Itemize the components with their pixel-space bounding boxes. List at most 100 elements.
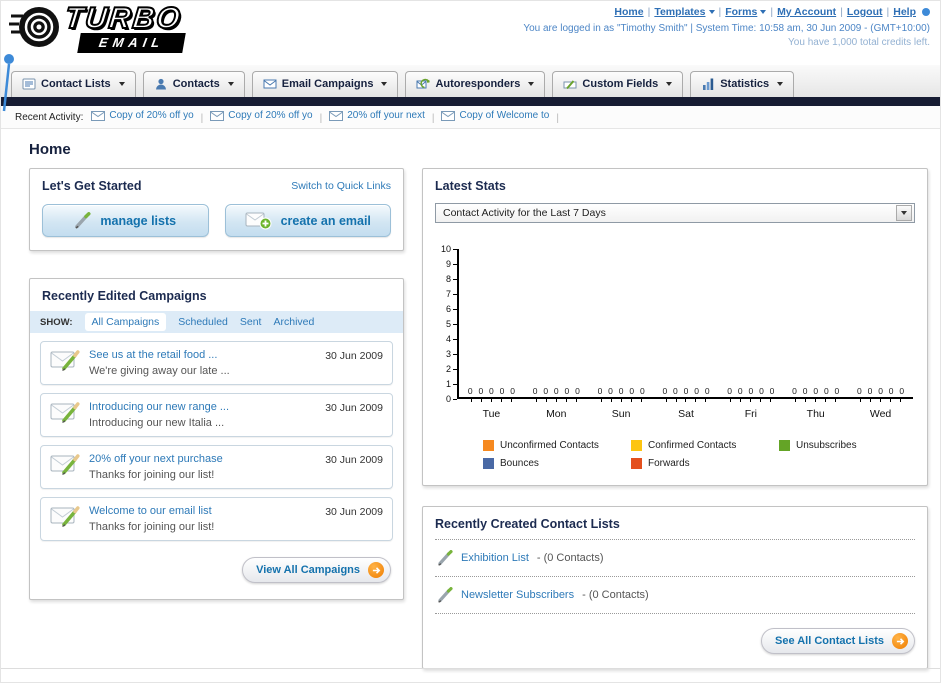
bar-value-label: 0 — [792, 385, 797, 396]
top-nav-my-account[interactable]: My Account — [777, 6, 836, 18]
autoresponders-icon — [416, 77, 431, 91]
filter-scheduled[interactable]: Scheduled — [178, 316, 228, 328]
tab-label: Autoresponders — [435, 78, 521, 90]
create-email-button[interactable]: create an email — [224, 204, 391, 237]
header-right: Home | Templates | Forms | My Account | Logout | H… — [523, 6, 930, 48]
pencil-icon — [437, 587, 453, 603]
x-axis-label: Thu — [806, 408, 825, 420]
legend-label: Unconfirmed Contacts — [500, 440, 599, 451]
chart-plot-area: 00000000000000000000000000000000000 — [457, 249, 913, 399]
x-axis-label: Sun — [611, 408, 631, 420]
campaign-date: 30 Jun 2009 — [325, 402, 383, 414]
credits-info: You have 1,000 total credits left. — [788, 37, 930, 48]
tab-label: Contact Lists — [41, 78, 111, 90]
contacts-icon — [154, 77, 168, 91]
recent-activity-link: 20% off your next — [347, 110, 425, 122]
login-info: You are logged in as "Timothy Smith" | S… — [523, 23, 930, 34]
filter-all-campaigns[interactable]: All Campaigns — [84, 313, 167, 331]
chart-bar-group: 00000 — [459, 249, 524, 397]
arrow-right-icon — [368, 562, 384, 578]
legend-label: Unsubscribes — [796, 440, 857, 451]
recent-activity-item[interactable]: Copy of 20% off yo — [91, 110, 194, 122]
legend-swatch — [631, 458, 642, 469]
campaigns-title: Recently Edited Campaigns — [42, 289, 207, 303]
switch-quick-links-link[interactable]: Switch to Quick Links — [291, 180, 391, 192]
campaign-date: 30 Jun 2009 — [325, 350, 383, 362]
contact-list-count: - (0 Contacts) — [536, 552, 604, 564]
top-nav-templates[interactable]: Templates — [654, 6, 715, 18]
manage-lists-button[interactable]: manage lists — [42, 204, 209, 237]
recent-activity-link: Copy of 20% off yo — [109, 110, 194, 122]
contact-lists-icon — [22, 77, 36, 91]
top-nav: Home | Templates | Forms | My Account | Logout | H… — [523, 6, 930, 18]
tab-autoresponders[interactable]: Autoresponders — [405, 71, 546, 97]
y-axis-label: 2 — [445, 364, 451, 374]
chart-bar-group: 00000 — [718, 249, 783, 397]
custom-fields-icon — [563, 77, 577, 91]
contact-list-link[interactable]: Exhibition List — [461, 552, 529, 564]
view-all-campaigns-button[interactable]: View All Campaigns — [242, 557, 391, 583]
bar-value-label: 0 — [618, 385, 624, 396]
recent-activity-item[interactable]: 20% off your next — [329, 110, 425, 121]
x-axis-label: Sat — [678, 408, 694, 420]
tab-custom-fields[interactable]: Custom Fields — [552, 71, 684, 97]
tab-contact-lists[interactable]: Contact Lists — [11, 71, 136, 97]
recent-activity-item[interactable]: Copy of 20% off yo — [210, 110, 313, 121]
envelope-icon — [91, 110, 106, 121]
y-axis-label: 6 — [445, 304, 451, 314]
recent-campaigns-panel: Recently Edited Campaigns SHOW: All Camp… — [29, 278, 404, 600]
chevron-down-icon — [896, 205, 912, 221]
tab-contacts[interactable]: Contacts — [142, 71, 245, 97]
filter-archived[interactable]: Archived — [273, 316, 314, 328]
envelope-plus-icon — [245, 211, 272, 230]
filter-sent[interactable]: Sent — [240, 316, 262, 328]
contact-lists-title: Recently Created Contact Lists — [435, 517, 620, 531]
tab-email-campaigns[interactable]: Email Campaigns — [251, 71, 399, 97]
header: TURBO EMAIL Home | Templates | Forms | My Acco… — [1, 1, 940, 112]
tab-statistics[interactable]: Statistics — [690, 71, 795, 97]
campaign-filters: All Campaigns Scheduled Sent Archived — [84, 313, 327, 331]
top-nav-help[interactable]: Help — [893, 6, 916, 18]
chart-y-axis: 0 1 2 3 4 5 6 7 8 9 10 — [435, 245, 457, 404]
top-nav-logout[interactable]: Logout — [847, 6, 883, 18]
page-title: Home — [29, 141, 71, 158]
chart-bar-group: 00000 — [848, 249, 913, 397]
legend-label: Forwards — [648, 458, 690, 469]
chart-bar-group: 00000 — [524, 249, 589, 397]
top-nav-forms[interactable]: Forms — [725, 6, 767, 18]
pencil-icon — [74, 212, 91, 229]
campaign-item: Introducing our new range ... Introducing… — [40, 393, 393, 437]
bar-value-label: 0 — [478, 385, 484, 396]
recent-activity-item[interactable]: Copy of Welcome to — [441, 110, 549, 121]
chevron-down-icon — [708, 10, 715, 15]
recent-activity-label: Recent Activity: — [15, 111, 84, 123]
campaign-title-link[interactable]: Introducing our new range ... — [89, 401, 316, 413]
bar-value-label: 0 — [867, 385, 873, 396]
bar-value-label: 0 — [823, 385, 829, 396]
stats-period-select[interactable]: Contact Activity for the Last 7 Days — [435, 203, 915, 223]
bar-value-label: 0 — [499, 385, 505, 396]
logo-email-text: EMAIL — [77, 33, 187, 53]
chart-legend: Unconfirmed Contacts Confirmed Contacts Un… — [483, 440, 927, 469]
bar-value-label: 0 — [553, 385, 559, 396]
top-nav-home[interactable]: Home — [614, 6, 643, 18]
campaign-title-link[interactable]: See us at the retail food ... — [89, 349, 316, 361]
logo-text: TURBO EMAIL — [62, 1, 187, 53]
x-axis-label: Wed — [869, 408, 892, 420]
bar-value-label: 0 — [813, 385, 819, 396]
logo-turbo-text: TURBO — [62, 1, 184, 36]
chart-x-labels: Tue Mon Sun Sat Fri Thu Wed — [459, 408, 913, 420]
campaign-item: See us at the retail food ... We're givin… — [40, 341, 393, 385]
bar-value-label: 0 — [639, 385, 645, 396]
bar-value-label: 0 — [769, 385, 775, 396]
campaign-title-link[interactable]: 20% off your next purchase — [89, 453, 316, 465]
campaign-title-link[interactable]: Welcome to our email list — [89, 505, 316, 517]
button-label: manage lists — [100, 213, 177, 228]
y-axis-label: 0 — [445, 394, 451, 404]
get-started-title: Let's Get Started — [42, 179, 142, 193]
bar-value-label: 0 — [608, 385, 613, 396]
see-all-contact-lists-button[interactable]: See All Contact Lists — [760, 628, 915, 654]
contact-list-link[interactable]: Newsletter Subscribers — [461, 589, 574, 601]
campaign-date: 30 Jun 2009 — [325, 506, 383, 518]
bar-value-label: 0 — [673, 385, 678, 396]
